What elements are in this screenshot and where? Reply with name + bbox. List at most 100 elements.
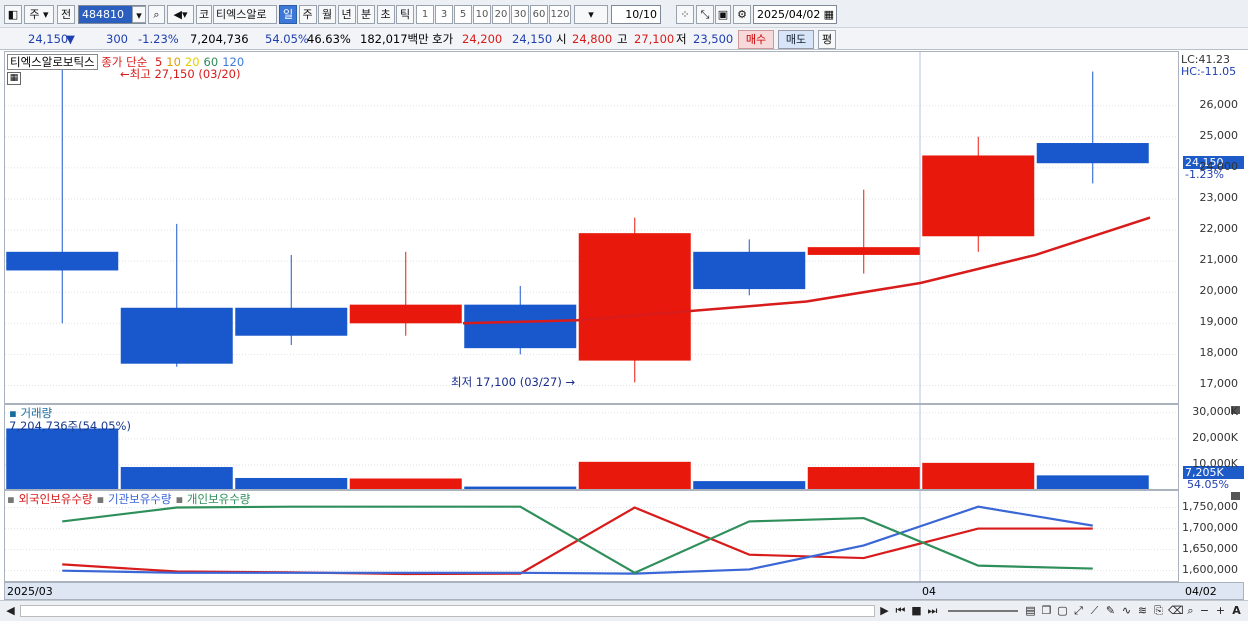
y-tick-label: 17,000 (1199, 377, 1239, 391)
interval-2[interactable]: 5 (454, 5, 472, 24)
candle-body (464, 304, 577, 349)
volume-bar (922, 462, 1035, 489)
low-price: 23,500 (693, 32, 734, 46)
volume-percent-tag: 54.05% (1187, 478, 1229, 490)
layout-icon[interactable]: ▤ (1024, 604, 1037, 617)
volume-bar (349, 478, 462, 489)
copy-icon[interactable]: ❐ (1040, 604, 1053, 617)
change-percent: -1.23% (138, 32, 179, 46)
eval-button[interactable]: 평 (818, 30, 836, 49)
open-price: 24,800 (572, 32, 613, 46)
horizontal-scrollbar[interactable] (20, 605, 875, 617)
play-icon[interactable]: ▶ (878, 604, 891, 617)
interval-4[interactable]: 20 (492, 5, 510, 24)
toolbar: ◧ 주 ▾ 전 484810 ▾ ⌕ ◀▾ 코 티엑스알로 일주월년분초틱 13… (0, 0, 1248, 28)
split-icon[interactable]: ⁘ (676, 5, 694, 24)
volume-bar (1036, 475, 1149, 489)
volume-bar (6, 428, 119, 489)
stock-name-label[interactable]: 티엑스알로보틱스 (7, 54, 98, 70)
date-input[interactable]: 2025/04/02 ▦ (753, 5, 837, 24)
price-panel[interactable]: 티엑스알로보틱스 종가 단순 5 10 20 60 120 ▦ ←최고 27,150 (… (4, 51, 1179, 404)
trend-icon[interactable]: ⟋ (1088, 604, 1101, 617)
trade-amount: 182,017백만 (360, 32, 429, 46)
zoom-icon[interactable]: ⌕ (1184, 604, 1197, 617)
draw-icon[interactable]: ✎ (1104, 604, 1117, 617)
y-tick-label: 1,700,000 (1182, 520, 1238, 534)
window-icon[interactable]: ▢ (1056, 604, 1069, 617)
zoom-out-icon[interactable]: − (1198, 604, 1211, 617)
volume-axis: 7,205K 54.05% 10,000K 20,000K 30,000K (1179, 404, 1244, 490)
volume-bar (807, 467, 920, 489)
period-2[interactable]: 월 (318, 5, 336, 24)
holdings-panel[interactable]: ▪ 외국인보유수량 ▪ 기관보유수량 ▪ 개인보유수량 (4, 490, 1179, 582)
volume-bar (693, 481, 806, 489)
fib-icon[interactable]: ≋ (1136, 604, 1149, 617)
interval-dropdown[interactable]: ▾ (574, 5, 608, 24)
period-5[interactable]: 초 (376, 5, 395, 24)
high-marker: ←최고 27,150 (03/20) (120, 67, 241, 81)
y-tick-label: 10,000K (1192, 456, 1238, 470)
prev-button[interactable]: 전 (57, 5, 75, 24)
sell-button[interactable]: 매도 (778, 30, 814, 49)
change-arrow: ▼ (66, 32, 75, 46)
y-tick-label: 20,000K (1192, 430, 1238, 444)
volume-panel[interactable]: ▪ 거래량 7,204,736주(54.05%) (4, 404, 1179, 490)
candle-body (1036, 143, 1149, 164)
candle-body (578, 233, 691, 361)
forward-icon[interactable]: ⏭ (926, 604, 939, 617)
chart-menu-icon[interactable]: ◧ (4, 5, 22, 24)
holdings-legend-2[interactable]: 개인보유수량 (187, 492, 250, 506)
interval-1[interactable]: 3 (435, 5, 453, 24)
holdings-legend-0[interactable]: 외국인보유수량 (18, 492, 92, 506)
high-marker-text: 최고 27,150 (03/20) (129, 67, 241, 81)
chevron-down-icon[interactable]: ▾ (132, 6, 146, 23)
gear-icon[interactable]: ⚙ (733, 5, 751, 24)
interval-5[interactable]: 30 (511, 5, 529, 24)
change-amount: 300 (106, 32, 128, 46)
rewind-icon[interactable]: ⏮ (894, 604, 907, 617)
calendar-icon[interactable]: ▦ (824, 6, 834, 23)
y-tick-label: 26,000 (1199, 97, 1239, 111)
market-select[interactable]: 주 ▾ (24, 5, 54, 24)
period-4[interactable]: 분 (357, 5, 375, 24)
stop-icon[interactable]: ■ (910, 604, 923, 617)
crosshair-icon[interactable]: ⤡ (696, 5, 714, 24)
period-3[interactable]: 년 (337, 5, 356, 24)
table-icon[interactable]: ▦ (7, 72, 21, 85)
x-axis: 2025/03 04 04/02 (4, 582, 1244, 600)
legend-bullet: ▪ (175, 492, 187, 506)
interval-6[interactable]: 60 (530, 5, 548, 24)
candlestick-chart (5, 52, 1178, 403)
text-tool-icon[interactable]: ⎘ (1152, 604, 1165, 617)
interval-3[interactable]: 10 (473, 5, 491, 24)
holdings-legend-1[interactable]: 기관보유수량 (108, 492, 171, 506)
search-icon[interactable]: ⌕ (148, 5, 165, 24)
legend-bullet: ▪ (96, 492, 108, 506)
zoom-slider[interactable] (948, 610, 1018, 612)
expand-icon[interactable]: ⤢ (1072, 604, 1085, 617)
period-1[interactable]: 주 (298, 5, 317, 24)
y-tick-label: 19,000 (1199, 315, 1239, 329)
period-0[interactable]: 일 (279, 5, 297, 24)
auto-icon[interactable]: A (1230, 604, 1243, 617)
speaker-icon[interactable]: ◀▾ (167, 5, 194, 24)
high-price: 27,100 (634, 32, 675, 46)
period-6[interactable]: 틱 (396, 5, 414, 24)
count-input[interactable]: 10/10 (611, 5, 661, 24)
scroll-left-icon[interactable]: ◀ (4, 604, 17, 617)
volume-info: 7,204,736주(54.05%) (9, 419, 131, 433)
y-tick-label: 18,000 (1199, 346, 1239, 360)
volume-bar (578, 461, 691, 489)
interval-7[interactable]: 120 (549, 5, 571, 24)
interval-0[interactable]: 1 (416, 5, 434, 24)
x-label-end: 04/02 (1185, 585, 1217, 598)
buy-button[interactable]: 매수 (738, 30, 774, 49)
wave-icon[interactable]: ∿ (1120, 604, 1133, 617)
bid-price: 24,150 (512, 32, 553, 46)
stock-name-field[interactable]: 티엑스알로 (213, 5, 277, 24)
zoom-in-icon[interactable]: + (1214, 604, 1227, 617)
high-label: 고 (617, 32, 628, 46)
save-icon[interactable]: ▣ (715, 5, 731, 24)
clear-icon[interactable]: ⌫ (1168, 604, 1184, 617)
candle-body (693, 251, 806, 290)
